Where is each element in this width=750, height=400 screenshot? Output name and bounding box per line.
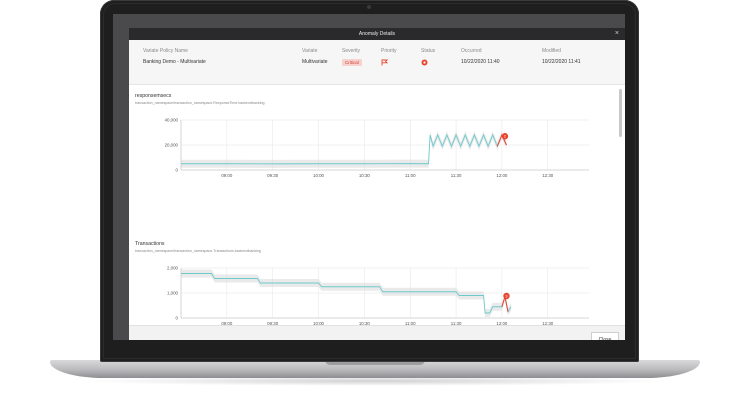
occurred-field: Occurred 10/22/2020 11:40 (461, 48, 500, 65)
variate-value: Multivariate (302, 59, 328, 65)
y-tick-label: 1,000 (167, 291, 179, 296)
policy-field: Variate Policy Name Banking Demo - Multi… (143, 48, 206, 65)
charts-scroll-area[interactable]: responsemsecs transaction_namespace/trans… (129, 85, 625, 325)
x-tick-label: 11:00 (405, 173, 416, 178)
y-tick-label: 20,000 (165, 143, 179, 148)
y-tick-label: 0 (176, 168, 179, 173)
y-tick-label: 40,000 (165, 118, 179, 123)
y-tick-label: 0 (176, 316, 179, 321)
x-tick-label: 09:30 (267, 173, 279, 178)
chart-2: Transactions transaction_namespace/transa… (135, 241, 589, 325)
dialog-titlebar: Anomaly Details × (129, 28, 625, 40)
status-label: Status (421, 48, 436, 54)
x-tick-label: 10:30 (359, 173, 371, 178)
priority-field: Priority (381, 48, 397, 68)
dialog-footer: Close (129, 325, 625, 340)
x-tick-label: 12:30 (542, 173, 554, 178)
x-tick-label: 12:00 (496, 173, 508, 178)
policy-label: Variate Policy Name (143, 48, 188, 54)
scrollbar[interactable] (619, 89, 622, 137)
flag-icon (381, 59, 389, 66)
severity-badge: Critical (342, 59, 362, 66)
close-button[interactable]: Close (591, 332, 619, 340)
chart-title: Transactions (135, 241, 165, 247)
variate-field: Variate Multivariate (302, 48, 328, 65)
chart-title: responsemsecs (135, 93, 172, 99)
occurred-value: 10/22/2020 11:40 (461, 59, 500, 65)
priority-label: Priority (381, 48, 397, 54)
severity-field: Severity Critical (342, 48, 362, 66)
close-icon[interactable]: × (615, 30, 619, 37)
modified-value: 10/22/2020 11:41 (542, 59, 581, 65)
chart-1: responsemsecs transaction_namespace/trans… (135, 93, 589, 178)
modified-label: Modified (542, 48, 561, 54)
expected-range-band (181, 131, 507, 168)
laptop-screen: Anomaly Details × Variate Policy Name Ba… (113, 14, 625, 340)
status-field: Status (421, 48, 435, 68)
dialog-title: Anomaly Details (358, 31, 396, 37)
variate-label: Variate (302, 48, 318, 54)
x-tick-label: 11:30 (451, 173, 462, 178)
policy-value: Banking Demo - Multivariate (143, 59, 206, 65)
occurred-label: Occurred (461, 48, 482, 54)
anomaly-count: 3 (505, 294, 507, 298)
severity-label: Severity (342, 48, 361, 54)
anomaly-count: 2 (504, 135, 506, 139)
charts-canvas: responsemsecs transaction_namespace/trans… (135, 93, 589, 325)
anomaly-summary: Variate Policy Name Banking Demo - Multi… (129, 40, 625, 85)
anomaly-details-dialog: Anomaly Details × Variate Policy Name Ba… (129, 28, 625, 340)
camera-icon (367, 5, 371, 9)
chart-subtitle: transaction_namespace/transaction_namesp… (135, 249, 261, 253)
x-tick-label: 09:00 (221, 173, 233, 178)
x-tick-label: 10:00 (313, 173, 325, 178)
series-line (181, 133, 507, 165)
chart-subtitle: transaction_namespace/transaction_namesp… (135, 101, 265, 105)
status-circle-icon (421, 59, 428, 66)
y-tick-label: 2,000 (167, 266, 179, 271)
modified-field: Modified 10/22/2020 11:41 (542, 48, 581, 65)
